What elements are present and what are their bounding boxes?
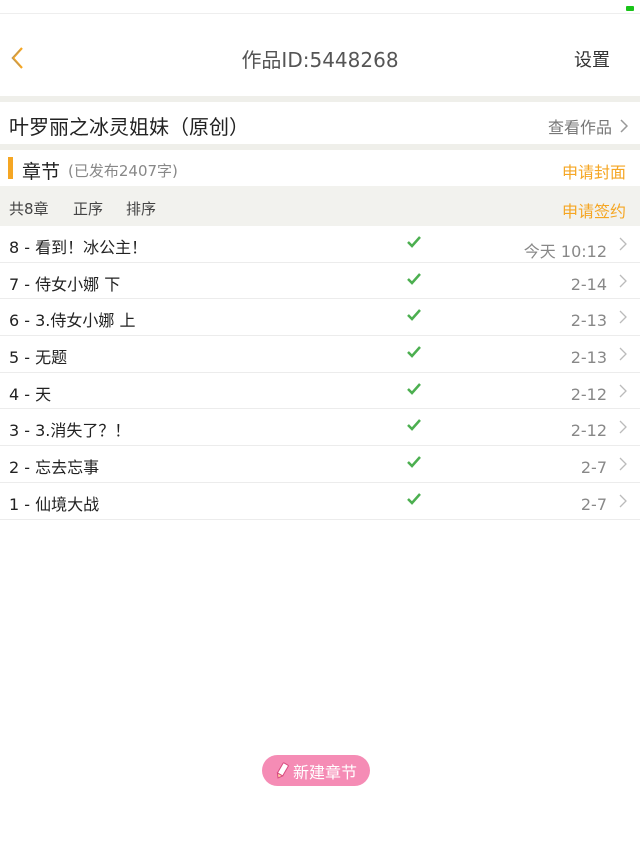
chapter-date: 2-12 [570,421,607,441]
list-item[interactable]: 3 - 3.消失了？！ 2-12 [0,409,640,447]
chevron-right-icon [619,237,627,251]
sort-button[interactable]: 排序 [126,198,156,219]
chapter-title: 3 - 3.消失了？！ [9,421,131,441]
chapter-title: 5 - 无题 [9,348,68,368]
chapter-date: 2-12 [570,384,607,404]
page-title: 作品ID:5448268 [241,48,399,72]
chapter-date: 2-14 [570,274,607,294]
view-work-label: 查看作品 [547,118,612,137]
chapter-list: 8 - 看到！冰公主！ 今天 10:12 7 - 侍女小娜 下 2-14 6 -… [0,226,640,520]
top-nav-bar: 作品ID:5448268 设置 [0,14,640,96]
chevron-right-icon [619,274,627,288]
chapter-date: 2-7 [580,494,607,514]
chevron-right-icon [619,420,627,434]
battery-icon [626,6,634,11]
new-chapter-button[interactable]: 新建章节 [262,755,370,786]
chevron-right-icon [619,347,627,361]
chevron-right-icon [619,310,627,324]
list-item[interactable]: 8 - 看到！冰公主！ 今天 10:12 [0,226,640,263]
check-icon [407,272,421,285]
apply-cover-button[interactable]: 申请封面 [562,159,626,183]
check-icon [407,382,421,395]
chapter-title: 4 - 天 [9,384,52,404]
chapter-toolbar: 共8章 正序 排序 申请签约 [0,186,640,226]
work-title: 叶罗丽之冰灵姐妹（原创） [9,115,249,139]
chapter-section-header: 章节 (已发布2407字) 申请封面 [0,150,640,186]
chapter-date: 2-7 [580,458,607,478]
accent-bar [8,157,13,179]
chapter-date: 2-13 [570,311,607,331]
chapter-title: 1 - 仙境大战 [9,494,100,514]
chapter-section-label: 章节 [22,161,61,183]
check-icon [407,236,421,248]
chapter-title: 7 - 侍女小娜 下 [9,274,121,294]
order-button[interactable]: 正序 [73,198,103,219]
view-work-link[interactable]: 查看作品 [548,114,628,138]
check-icon [407,419,421,432]
published-word-count: (已发布2407字) [68,162,178,180]
list-item[interactable]: 1 - 仙境大战 2-7 [0,483,640,520]
chapter-title: 2 - 忘去忘事 [9,458,100,478]
chevron-right-icon [619,457,627,471]
settings-button[interactable]: 设置 [574,46,610,72]
work-info-row: 叶罗丽之冰灵姐妹（原创） 查看作品 [0,102,640,144]
list-item[interactable]: 5 - 无题 2-13 [0,336,640,373]
chevron-right-icon [620,119,628,133]
pencil-icon [276,761,289,779]
apply-sign-button[interactable]: 申请签约 [562,198,626,222]
new-chapter-label: 新建章节 [292,762,357,782]
list-item[interactable]: 7 - 侍女小娜 下 2-14 [0,263,640,300]
chevron-right-icon [619,384,627,398]
check-icon [407,309,421,322]
check-icon [407,346,421,358]
chapter-total: 共8章 [9,200,49,218]
list-item[interactable]: 6 - 3.侍女小娜 上 2-13 [0,299,640,337]
chevron-right-icon [619,494,627,508]
status-bar [0,0,640,14]
chapter-title: 8 - 看到！冰公主！ [9,238,148,257]
chapter-date: 2-13 [570,348,607,368]
list-item[interactable]: 2 - 忘去忘事 2-7 [0,446,640,483]
chapter-title: 6 - 3.侍女小娜 上 [9,311,136,331]
check-icon [407,492,421,505]
chapter-date: 今天 10:12 [523,242,607,261]
list-item[interactable]: 4 - 天 2-12 [0,373,640,410]
check-icon [407,456,421,468]
